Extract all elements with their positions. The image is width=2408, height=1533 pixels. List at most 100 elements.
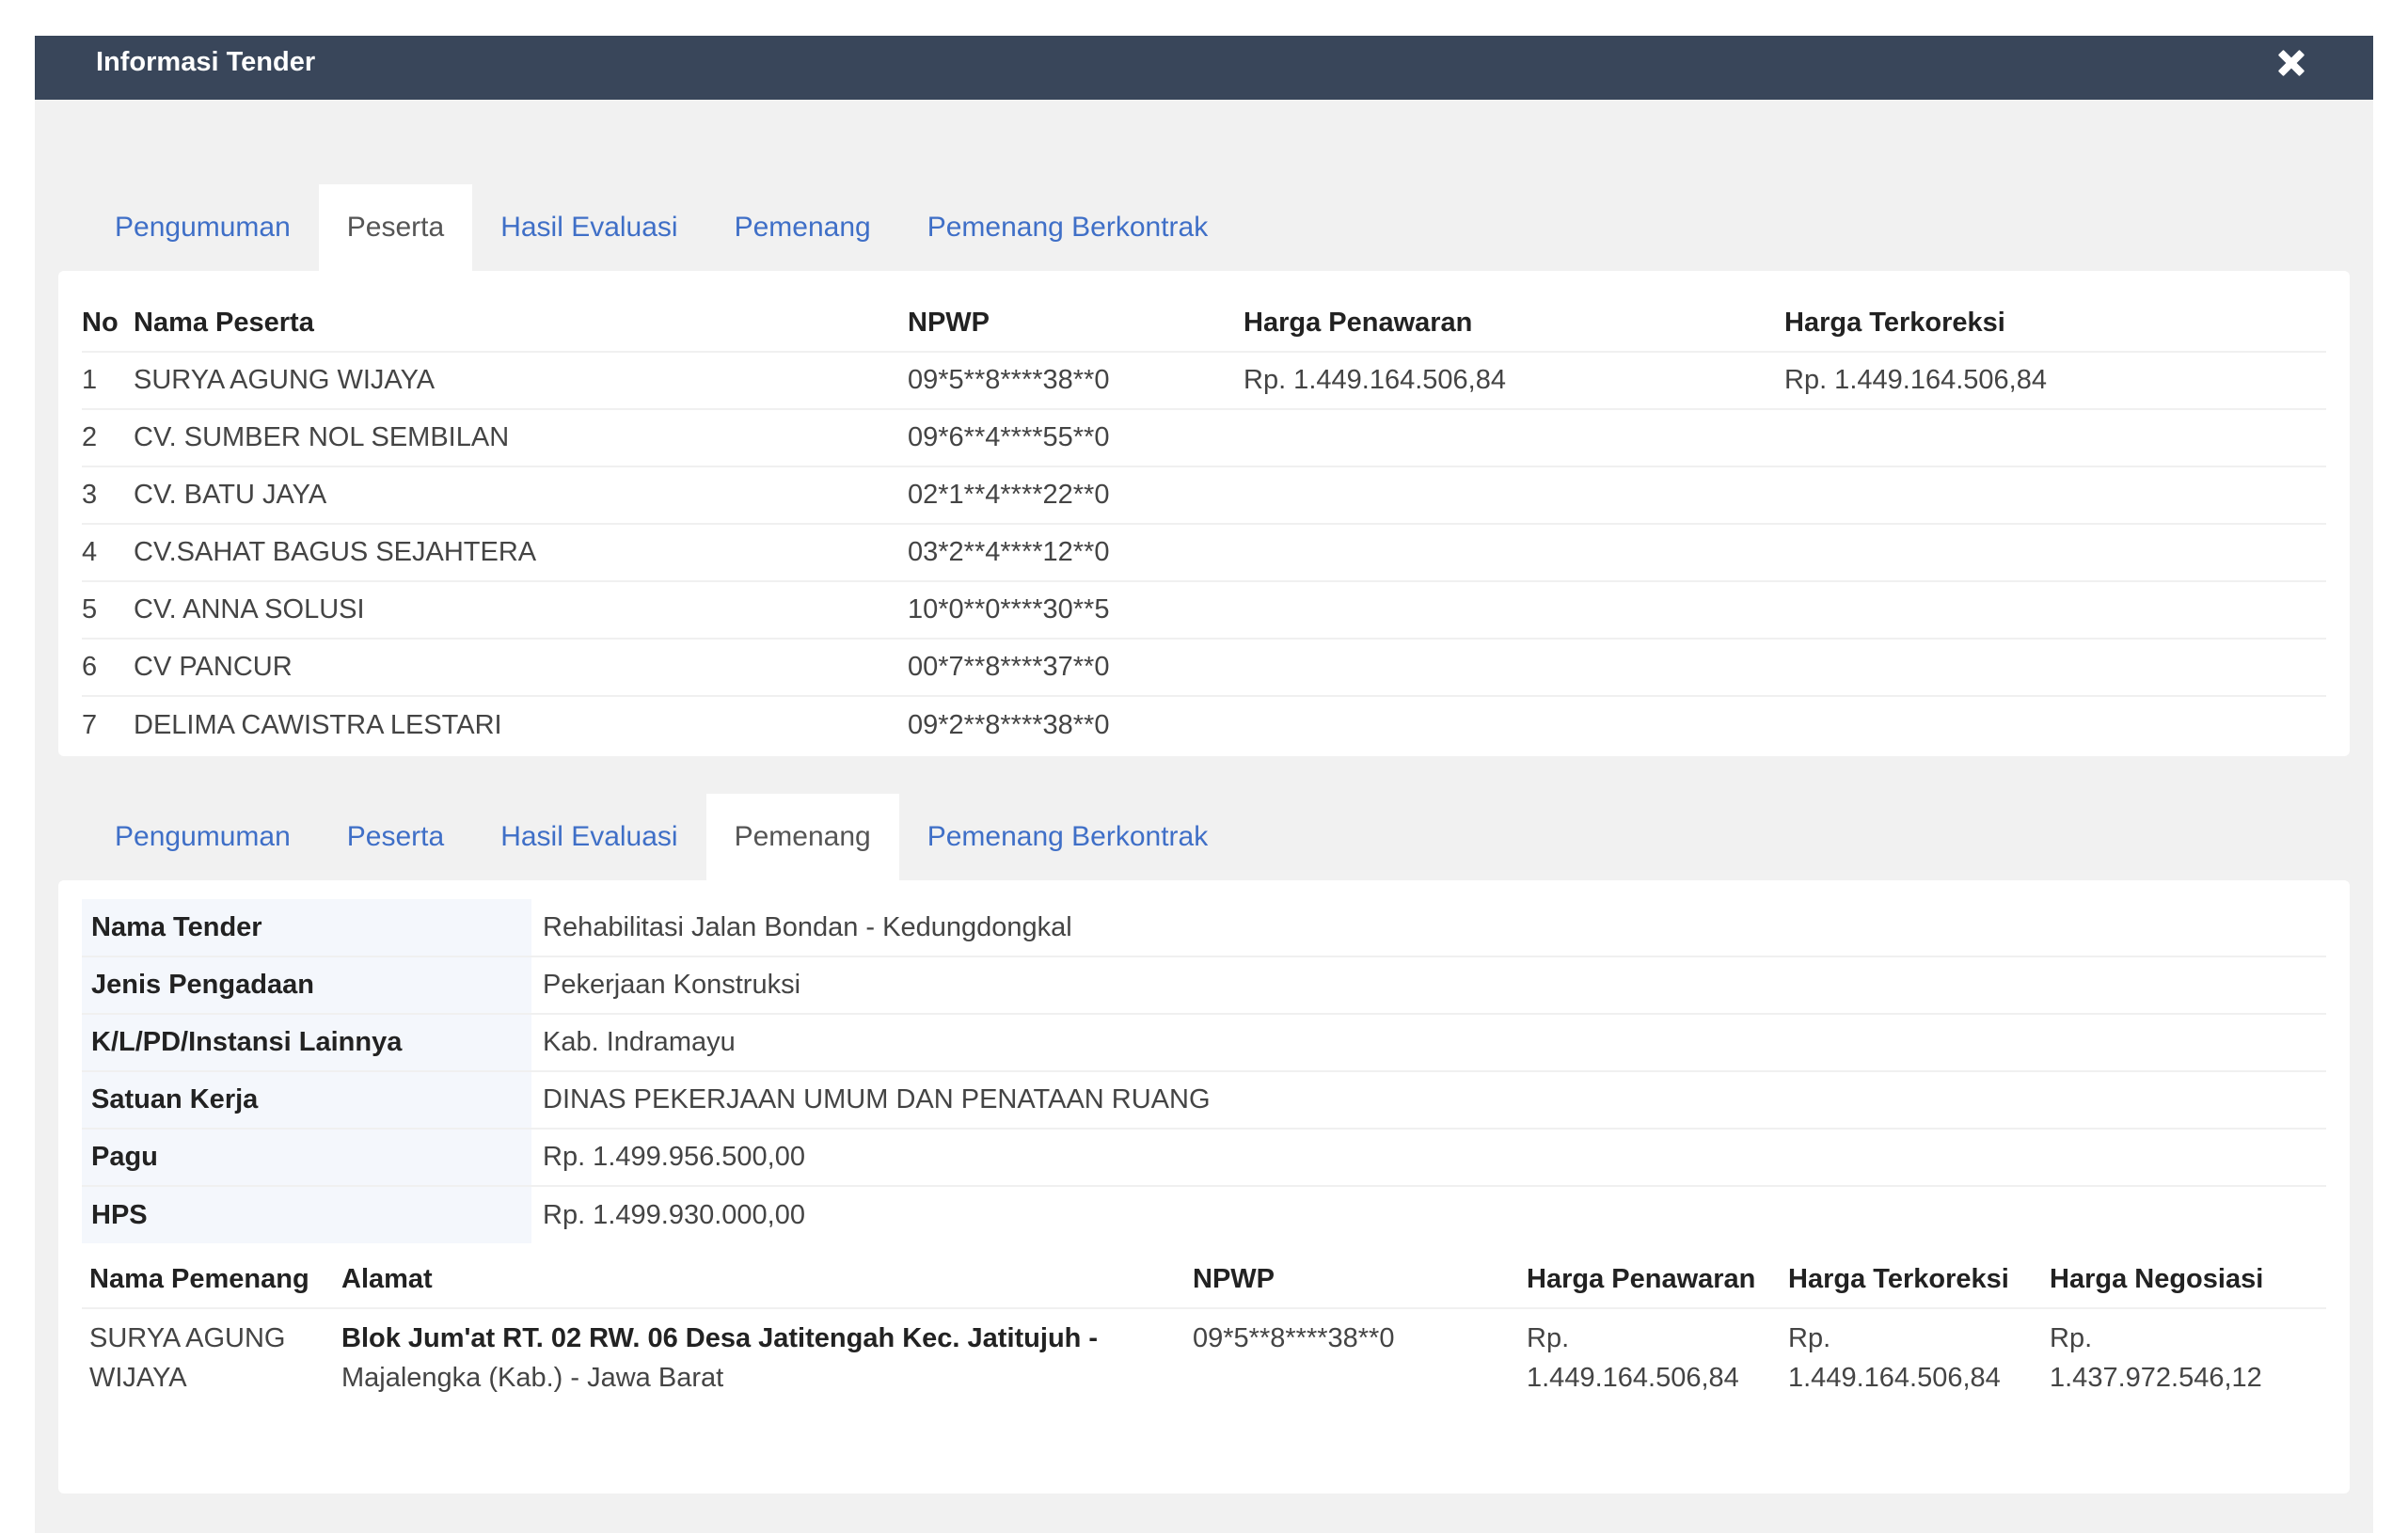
row-no: 1 <box>82 365 98 395</box>
row-no: 6 <box>82 652 98 682</box>
winner-terkoreksi: Rp. 1.449.164.506,84 <box>1788 1323 2001 1393</box>
row-nama: CV. ANNA SOLUSI <box>134 594 365 624</box>
detail-label: Nama Tender <box>82 899 531 956</box>
detail-row: K/L/PD/Instansi Lainnya Kab. Indramayu <box>82 1014 2326 1071</box>
row-nama: SURYA AGUNG WIJAYA <box>134 365 436 395</box>
row-penawaran <box>1244 524 1784 581</box>
tab-pemenang-berkontrak[interactable]: Pemenang Berkontrak <box>899 184 1237 271</box>
row-terkoreksi <box>1784 466 2326 524</box>
tab-bar: Pengumuman Peserta Hasil Evaluasi Pemena… <box>35 184 2373 271</box>
row-npwp: 00*7**8****37**0 <box>908 652 1110 682</box>
row-terkoreksi <box>1784 409 2326 466</box>
tab-peserta[interactable]: Peserta <box>319 794 472 880</box>
winner-alamat: Blok Jum'at RT. 02 RW. 06 Desa Jatitenga… <box>341 1308 1193 1398</box>
row-nama: CV.SAHAT BAGUS SEJAHTERA <box>134 537 537 567</box>
detail-label: K/L/PD/Instansi Lainnya <box>82 1014 531 1071</box>
pemenang-section: Pengumuman Peserta Hasil Evaluasi Pemena… <box>35 794 2373 1493</box>
table-header-row: No Nama Peserta NPWP Harga Penawaran Har… <box>82 294 2326 352</box>
tab-hasil-evaluasi[interactable]: Hasil Evaluasi <box>472 794 705 880</box>
peserta-table: No Nama Peserta NPWP Harga Penawaran Har… <box>82 294 2326 753</box>
detail-value: Rehabilitasi Jalan Bondan - Kedungdongka… <box>543 911 1072 942</box>
row-npwp: 09*5**8****38**0 <box>908 365 1110 395</box>
detail-value: Rp. 1.499.956.500,00 <box>543 1142 805 1172</box>
tab-hasil-evaluasi[interactable]: Hasil Evaluasi <box>472 184 705 271</box>
row-penawaran <box>1244 466 1784 524</box>
row-nama: CV PANCUR <box>134 652 293 682</box>
winner-header-row: Nama Pemenang Alamat NPWP Harga Penawara… <box>82 1252 2326 1308</box>
tab-pemenang[interactable]: Pemenang <box>706 184 899 271</box>
row-terkoreksi <box>1784 581 2326 639</box>
col-harga-penawaran: Harga Penawaran <box>1527 1264 1756 1294</box>
table-row: 4 CV.SAHAT BAGUS SEJAHTERA 03*2**4****12… <box>82 524 2326 581</box>
detail-label: Satuan Kerja <box>82 1071 531 1129</box>
table-row: 6 CV PANCUR 00*7**8****37**0 <box>82 639 2326 696</box>
col-alamat: Alamat <box>341 1264 433 1294</box>
row-npwp: 10*0**0****30**5 <box>908 594 1110 624</box>
row-penawaran <box>1244 696 1784 753</box>
table-row: 2 CV. SUMBER NOL SEMBILAN 09*6**4****55*… <box>82 409 2326 466</box>
table-row: 1 SURYA AGUNG WIJAYA 09*5**8****38**0 Rp… <box>82 352 2326 409</box>
table-row: 5 CV. ANNA SOLUSI 10*0**0****30**5 <box>82 581 2326 639</box>
winner-negosiasi: Rp. 1.437.972.546,12 <box>2050 1323 2262 1393</box>
winner-nama: SURYA AGUNG WIJAYA <box>89 1323 286 1393</box>
tab-bar: Pengumuman Peserta Hasil Evaluasi Pemena… <box>35 794 2373 880</box>
row-terkoreksi: Rp. 1.449.164.506,84 <box>1784 365 2047 395</box>
tab-pengumuman[interactable]: Pengumuman <box>87 794 319 880</box>
peserta-panel: No Nama Peserta NPWP Harga Penawaran Har… <box>58 271 2350 756</box>
tab-pemenang-berkontrak[interactable]: Pemenang Berkontrak <box>899 794 1237 880</box>
col-harga-penawaran: Harga Penawaran <box>1244 307 1473 338</box>
col-no: No <box>82 307 119 338</box>
row-npwp: 09*6**4****55**0 <box>908 422 1110 452</box>
row-no: 2 <box>82 422 98 452</box>
winner-table: Nama Pemenang Alamat NPWP Harga Penawara… <box>82 1252 2326 1398</box>
row-nama: CV. SUMBER NOL SEMBILAN <box>134 422 510 452</box>
row-penawaran <box>1244 639 1784 696</box>
detail-value: DINAS PEKERJAAN UMUM DAN PENATAAN RUANG <box>543 1084 1211 1114</box>
row-no: 3 <box>82 480 98 510</box>
tender-detail-table: Nama Tender Rehabilitasi Jalan Bondan - … <box>82 899 2326 1243</box>
row-terkoreksi <box>1784 639 2326 696</box>
row-terkoreksi <box>1784 524 2326 581</box>
winner-npwp: 09*5**8****38**0 <box>1193 1323 1395 1353</box>
detail-value: Pekerjaan Konstruksi <box>543 970 801 1000</box>
col-npwp: NPWP <box>908 307 990 338</box>
winner-alamat-region: Majalengka (Kab.) - Jawa Barat <box>341 1363 724 1393</box>
table-row: 7 DELIMA CAWISTRA LESTARI 09*2**8****38*… <box>82 696 2326 753</box>
tender-info-modal: Informasi Tender Pengumuman Peserta Hasi… <box>35 36 2373 1533</box>
winner-penawaran: Rp. 1.449.164.506,84 <box>1527 1323 1739 1393</box>
detail-value: Rp. 1.499.930.000,00 <box>543 1199 805 1230</box>
row-penawaran <box>1244 581 1784 639</box>
row-penawaran: Rp. 1.449.164.506,84 <box>1244 365 1506 395</box>
detail-label: Pagu <box>82 1129 531 1186</box>
row-terkoreksi <box>1784 696 2326 753</box>
row-nama: DELIMA CAWISTRA LESTARI <box>134 709 502 740</box>
modal-header: Informasi Tender <box>35 36 2373 100</box>
detail-row: Pagu Rp. 1.499.956.500,00 <box>82 1129 2326 1186</box>
row-penawaran <box>1244 409 1784 466</box>
row-npwp: 03*2**4****12**0 <box>908 537 1110 567</box>
row-npwp: 02*1**4****22**0 <box>908 480 1110 510</box>
detail-row: Satuan Kerja DINAS PEKERJAAN UMUM DAN PE… <box>82 1071 2326 1129</box>
modal-title: Informasi Tender <box>96 47 316 77</box>
peserta-section: Pengumuman Peserta Hasil Evaluasi Pemena… <box>35 184 2373 756</box>
row-no: 5 <box>82 594 98 624</box>
tab-pengumuman[interactable]: Pengumuman <box>87 184 319 271</box>
col-nama-pemenang: Nama Pemenang <box>89 1264 309 1294</box>
detail-value: Kab. Indramayu <box>543 1027 736 1057</box>
col-harga-terkoreksi: Harga Terkoreksi <box>1788 1264 2009 1294</box>
row-no: 4 <box>82 537 98 567</box>
detail-label: HPS <box>82 1186 531 1243</box>
row-npwp: 09*2**8****38**0 <box>908 709 1110 740</box>
table-row: 3 CV. BATU JAYA 02*1**4****22**0 <box>82 466 2326 524</box>
row-nama: CV. BATU JAYA <box>134 480 327 510</box>
close-icon[interactable] <box>2275 47 2307 79</box>
tab-pemenang[interactable]: Pemenang <box>705 794 899 880</box>
col-harga-terkoreksi: Harga Terkoreksi <box>1784 307 2005 338</box>
col-harga-negosiasi: Harga Negosiasi <box>2050 1264 2264 1294</box>
detail-row: HPS Rp. 1.499.930.000,00 <box>82 1186 2326 1243</box>
detail-label: Jenis Pengadaan <box>82 956 531 1014</box>
pemenang-panel: Nama Tender Rehabilitasi Jalan Bondan - … <box>58 880 2350 1493</box>
col-npwp: NPWP <box>1193 1264 1275 1294</box>
tab-peserta[interactable]: Peserta <box>318 184 473 271</box>
winner-alamat-street: Blok Jum'at RT. 02 RW. 06 Desa Jatitenga… <box>341 1323 1099 1353</box>
